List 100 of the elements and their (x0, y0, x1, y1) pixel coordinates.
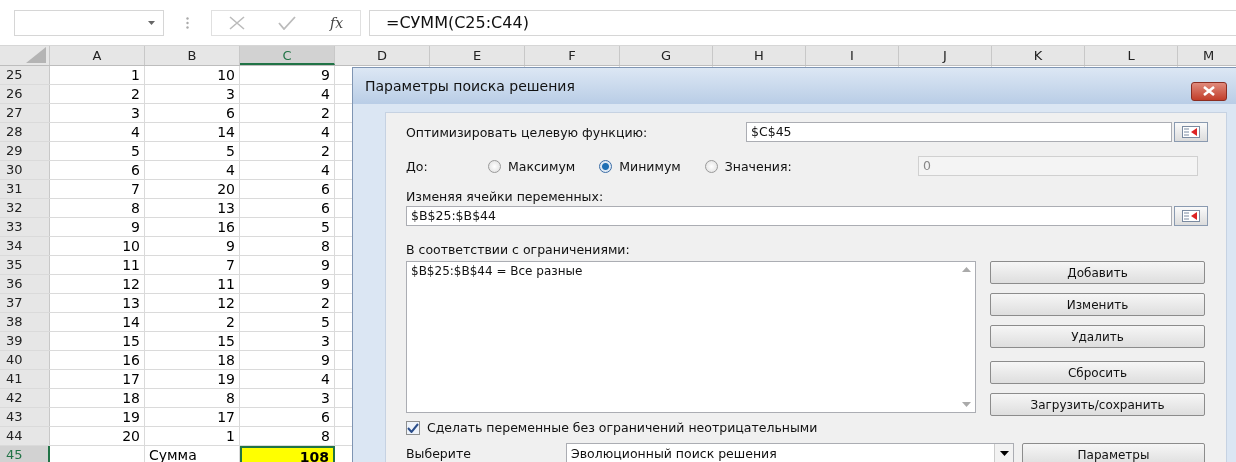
range-select-icon (1182, 210, 1200, 222)
options-button[interactable]: Параметры (1022, 443, 1205, 462)
row-header[interactable]: 39 (0, 332, 50, 350)
constraint-item[interactable]: $B$25:$B$44 = Все разные (411, 264, 954, 278)
row-header[interactable]: 29 (0, 142, 50, 160)
row-header[interactable]: 25 (0, 66, 50, 84)
table-cell: 3 (145, 85, 240, 103)
table-cell: 2 (50, 85, 145, 103)
row-header[interactable]: 34 (0, 237, 50, 255)
column-header[interactable]: C (240, 46, 335, 65)
table-cell: 5 (145, 142, 240, 160)
formula-field[interactable]: =СУММ(C25:C44) (369, 9, 1236, 36)
row-header[interactable]: 33 (0, 218, 50, 236)
row-header[interactable]: 31 (0, 180, 50, 198)
column-header[interactable]: A (50, 46, 145, 65)
table-cell: 3 (240, 389, 335, 407)
radio-option[interactable]: Минимум (599, 158, 681, 174)
variables-label: Изменяя ячейки переменных: (406, 189, 605, 204)
table-cell: 8 (240, 427, 335, 445)
table-cell: 19 (50, 408, 145, 426)
column-header[interactable]: L (1085, 46, 1178, 65)
radio-option[interactable]: Максимум (488, 158, 576, 174)
row-header[interactable]: 37 (0, 294, 50, 312)
column-header[interactable]: H (713, 46, 806, 65)
row-header[interactable]: 45 (0, 446, 50, 462)
table-cell: 11 (50, 256, 145, 274)
insert-function-button[interactable]: fx (330, 14, 344, 31)
variables-field[interactable]: $B$25:$B$44 (406, 206, 1172, 226)
table-cell: 108 (240, 446, 335, 462)
method-label: Выберите (406, 445, 472, 461)
collapse-dialog-button[interactable] (1174, 206, 1208, 226)
table-cell: 6 (240, 408, 335, 426)
objective-field[interactable]: $C$45 (746, 122, 1172, 142)
row-header[interactable]: 35 (0, 256, 50, 274)
table-cell: 4 (240, 370, 335, 388)
dialog-button[interactable]: Сбросить (990, 361, 1205, 384)
row-header[interactable]: 28 (0, 123, 50, 141)
column-header[interactable]: D (335, 46, 430, 65)
table-cell: 4 (240, 123, 335, 141)
table-cell: 8 (50, 199, 145, 217)
table-cell: 7 (50, 180, 145, 198)
column-header[interactable]: K (992, 46, 1085, 65)
radio-icon[interactable] (599, 159, 613, 173)
table-cell: 12 (50, 275, 145, 293)
check-icon[interactable] (278, 15, 297, 30)
column-header[interactable]: I (806, 46, 899, 65)
row-header[interactable]: 30 (0, 161, 50, 179)
name-box[interactable] (14, 9, 164, 36)
table-cell: 1 (50, 66, 145, 84)
table-cell: 4 (145, 161, 240, 179)
drag-handle-icon[interactable] (186, 16, 189, 29)
row-header[interactable]: 44 (0, 427, 50, 445)
table-cell: 14 (145, 123, 240, 141)
row-header[interactable]: 43 (0, 408, 50, 426)
column-header[interactable]: G (620, 46, 713, 65)
radio-icon[interactable] (704, 159, 718, 173)
constraints-list[interactable]: $B$25:$B$44 = Все разные (406, 261, 976, 413)
checkbox[interactable] (406, 420, 420, 435)
constraints-label: В соответствии с ограничениями: (406, 242, 631, 257)
table-cell: 5 (50, 142, 145, 160)
radio-icon[interactable] (488, 159, 501, 173)
row-header[interactable]: 38 (0, 313, 50, 331)
radio-option[interactable]: Значения: (704, 158, 792, 174)
column-header[interactable]: J (899, 46, 992, 65)
column-header[interactable]: F (525, 46, 620, 65)
table-cell: 17 (50, 370, 145, 388)
table-cell: 5 (240, 313, 335, 331)
table-cell: 14 (50, 313, 145, 331)
table-cell: 13 (145, 199, 240, 217)
dialog-button[interactable]: Удалить (990, 325, 1205, 348)
row-header[interactable]: 26 (0, 85, 50, 103)
column-header[interactable]: M (1178, 46, 1236, 65)
row-header[interactable]: 27 (0, 104, 50, 122)
table-cell: 9 (240, 351, 335, 369)
table-cell: 7 (145, 256, 240, 274)
table-cell: 12 (145, 294, 240, 312)
to-label: До: (406, 158, 429, 174)
row-header[interactable]: 42 (0, 389, 50, 407)
row-header[interactable]: 40 (0, 351, 50, 369)
table-cell: 1 (145, 427, 240, 445)
table-cell: 2 (240, 142, 335, 160)
caret-icon (999, 450, 1009, 456)
cancel-icon[interactable] (228, 15, 245, 30)
row-header[interactable]: 32 (0, 199, 50, 217)
table-cell: 15 (145, 332, 240, 350)
dialog-button[interactable]: Изменить (990, 293, 1205, 316)
row-header[interactable]: 36 (0, 275, 50, 293)
dialog-button[interactable]: Добавить (990, 261, 1205, 284)
close-button[interactable] (1191, 81, 1227, 101)
table-cell: 2 (145, 313, 240, 331)
table-cell: 17 (145, 408, 240, 426)
column-header[interactable]: E (430, 46, 525, 65)
collapse-dialog-button[interactable] (1174, 122, 1208, 142)
table-cell: 18 (145, 351, 240, 369)
method-dropdown[interactable]: Эволюционный поиск решения (566, 443, 1014, 462)
table-cell: 9 (240, 275, 335, 293)
table-cell: 9 (145, 237, 240, 255)
dialog-button[interactable]: Загрузить/сохранить (990, 393, 1205, 416)
table-cell: 9 (240, 256, 335, 274)
row-header[interactable]: 41 (0, 370, 50, 388)
